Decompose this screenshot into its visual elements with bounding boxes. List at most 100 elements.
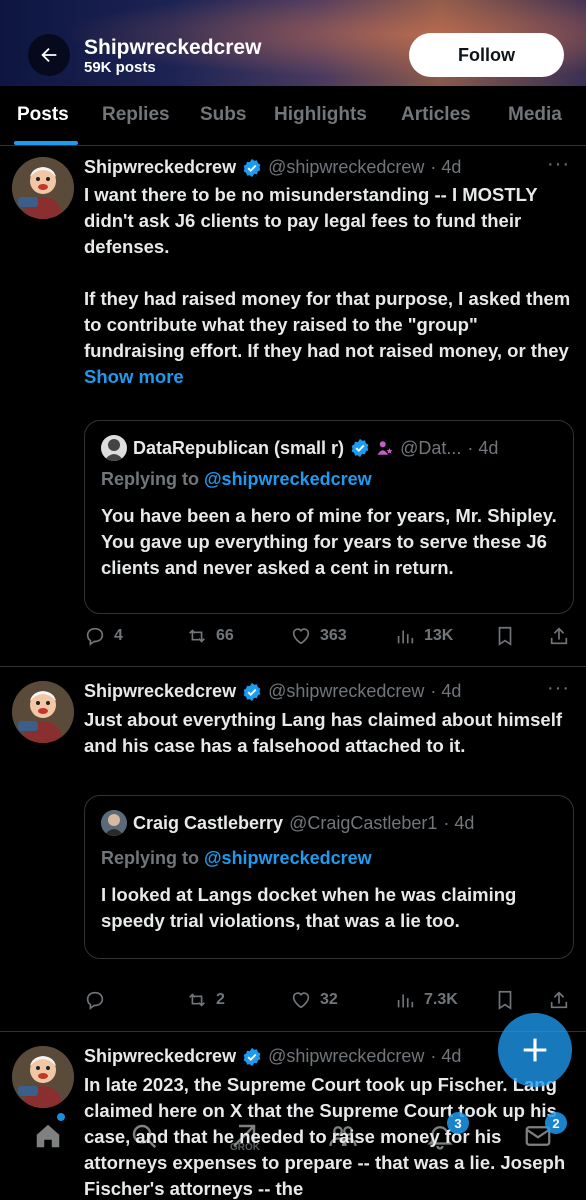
arrow-left-icon <box>41 47 57 63</box>
post-text: I want there to be no misunderstanding -… <box>84 182 574 390</box>
post[interactable]: Shipwreckedcrew @shipwreckedcrew · 4d ··… <box>0 667 586 1032</box>
reply-count: 4 <box>114 627 123 644</box>
reply-button[interactable] <box>84 989 114 1011</box>
post-time: · 4d <box>430 157 462 177</box>
quote-text: I looked at Langs docket when he was cla… <box>101 884 517 931</box>
like-button[interactable]: 32 <box>290 989 338 1011</box>
quoted-post[interactable]: Craig Castleberry @CraigCastleber1 · 4d … <box>84 795 574 959</box>
home-unread-dot <box>57 1113 65 1121</box>
verified-badge-icon <box>243 682 261 701</box>
replying-to-link[interactable]: @shipwreckedcrew <box>204 469 372 489</box>
quote-avatar[interactable] <box>101 435 127 461</box>
nav-search[interactable] <box>124 1116 164 1156</box>
post-text: Just about everything Lang has claimed a… <box>84 709 563 756</box>
share-icon <box>550 991 568 1009</box>
author-name[interactable]: Shipwreckedcrew <box>84 1046 236 1067</box>
quote-header: DataRepublican (small r) @Dat... · 4d <box>101 435 498 461</box>
avatar-image-icon <box>101 435 127 461</box>
view-count: 13K <box>424 627 454 644</box>
repost-icon <box>189 993 205 1007</box>
share-button[interactable] <box>548 625 570 647</box>
messages-badge: 2 <box>545 1112 567 1134</box>
verified-badge-icon <box>351 438 369 458</box>
nav-home[interactable] <box>28 1116 68 1156</box>
author-handle[interactable]: @shipwreckedcrew <box>268 681 424 702</box>
back-button[interactable] <box>28 34 70 76</box>
avatar[interactable] <box>12 1046 74 1108</box>
views-button[interactable]: 13K <box>394 625 453 647</box>
post-time: · 4d <box>430 1046 462 1066</box>
tab-posts[interactable]: Posts <box>17 104 69 126</box>
notifications-badge: 3 <box>447 1112 469 1134</box>
affiliate-badge-icon <box>377 441 393 455</box>
avatar[interactable] <box>12 681 74 743</box>
cartoon-avatar-icon <box>12 157 74 219</box>
share-button[interactable] <box>548 989 570 1011</box>
author-handle[interactable]: @shipwreckedcrew <box>268 157 424 178</box>
repost-button[interactable]: 2 <box>186 989 225 1011</box>
author-handle[interactable]: @shipwreckedcrew <box>268 1046 424 1067</box>
post-header: Shipwreckedcrew @shipwreckedcrew · 4d <box>84 1046 461 1067</box>
bookmark-button[interactable] <box>494 989 516 1011</box>
profile-title: Shipwreckedcrew <box>84 36 262 59</box>
replying-to: Replying to @shipwreckedcrew <box>101 469 372 490</box>
bottom-navigation <box>0 1104 586 1166</box>
repost-button[interactable]: 66 <box>186 625 234 647</box>
home-icon <box>36 1124 60 1148</box>
cartoon-avatar-icon <box>12 1046 74 1108</box>
quote-header: Craig Castleberry @CraigCastleber1 · 4d <box>101 810 474 836</box>
author-name[interactable]: Shipwreckedcrew <box>84 681 236 702</box>
repost-icon <box>189 629 205 643</box>
verified-badge-icon <box>243 158 261 177</box>
avatar-image-icon <box>101 810 127 836</box>
repost-count: 66 <box>216 627 234 644</box>
avatar[interactable] <box>12 157 74 219</box>
active-tab-indicator <box>14 141 78 145</box>
nav-communities[interactable] <box>323 1116 363 1156</box>
post-time: · 4d <box>430 681 462 701</box>
more-options-icon[interactable]: ··· <box>547 677 570 700</box>
quote-author-name[interactable]: DataRepublican (small r) <box>133 438 344 459</box>
tab-media[interactable]: Media <box>508 104 562 126</box>
tab-articles[interactable]: Articles <box>401 104 471 126</box>
verified-badge-icon <box>243 1047 261 1066</box>
tab-replies[interactable]: Replies <box>102 104 170 126</box>
post-count: 59K posts <box>84 59 156 76</box>
quote-avatar[interactable] <box>101 810 127 836</box>
more-options-icon[interactable]: ··· <box>547 153 570 176</box>
post[interactable]: Shipwreckedcrew @shipwreckedcrew · 4d ··… <box>0 147 586 667</box>
follow-button[interactable]: Follow <box>409 33 564 77</box>
communities-icon <box>329 1126 357 1147</box>
compose-button[interactable] <box>498 1013 572 1087</box>
like-button[interactable]: 363 <box>290 625 347 647</box>
quote-author-handle[interactable]: @CraigCastleber1 <box>289 813 437 834</box>
reply-icon <box>86 991 104 1010</box>
quote-text: You have been a hero of mine for years, … <box>101 505 557 578</box>
quote-author-name[interactable]: Craig Castleberry <box>133 813 283 834</box>
tab-highlights[interactable]: Highlights <box>274 104 367 126</box>
views-button[interactable]: 7.3K <box>394 989 458 1011</box>
post-header: Shipwreckedcrew @shipwreckedcrew · 4d <box>84 157 461 178</box>
replying-prefix: Replying to <box>101 848 204 868</box>
share-icon <box>550 627 568 645</box>
reply-button[interactable]: 4 <box>84 625 123 647</box>
tab-subs[interactable]: Subs <box>200 104 246 126</box>
like-count: 32 <box>320 991 338 1008</box>
quote-author-handle[interactable]: @Dat... <box>400 438 461 459</box>
replying-to-link[interactable]: @shipwreckedcrew <box>204 848 372 868</box>
bookmark-icon <box>498 626 512 646</box>
post-header: Shipwreckedcrew @shipwreckedcrew · 4d <box>84 681 461 702</box>
view-count: 7.3K <box>424 991 458 1008</box>
grok-label: GROK <box>230 1142 260 1153</box>
bookmark-icon <box>498 990 512 1010</box>
author-name[interactable]: Shipwreckedcrew <box>84 157 236 178</box>
heart-icon <box>292 992 310 1009</box>
replying-to: Replying to @shipwreckedcrew <box>101 848 372 869</box>
search-icon <box>132 1124 157 1149</box>
heart-icon <box>292 628 310 645</box>
show-more-link[interactable]: Show more <box>84 366 184 387</box>
post-actions: 2 32 7.3K <box>84 989 574 1013</box>
reply-icon <box>86 627 104 646</box>
bookmark-button[interactable] <box>494 625 516 647</box>
quoted-post[interactable]: DataRepublican (small r) @Dat... · 4d Re… <box>84 420 574 614</box>
